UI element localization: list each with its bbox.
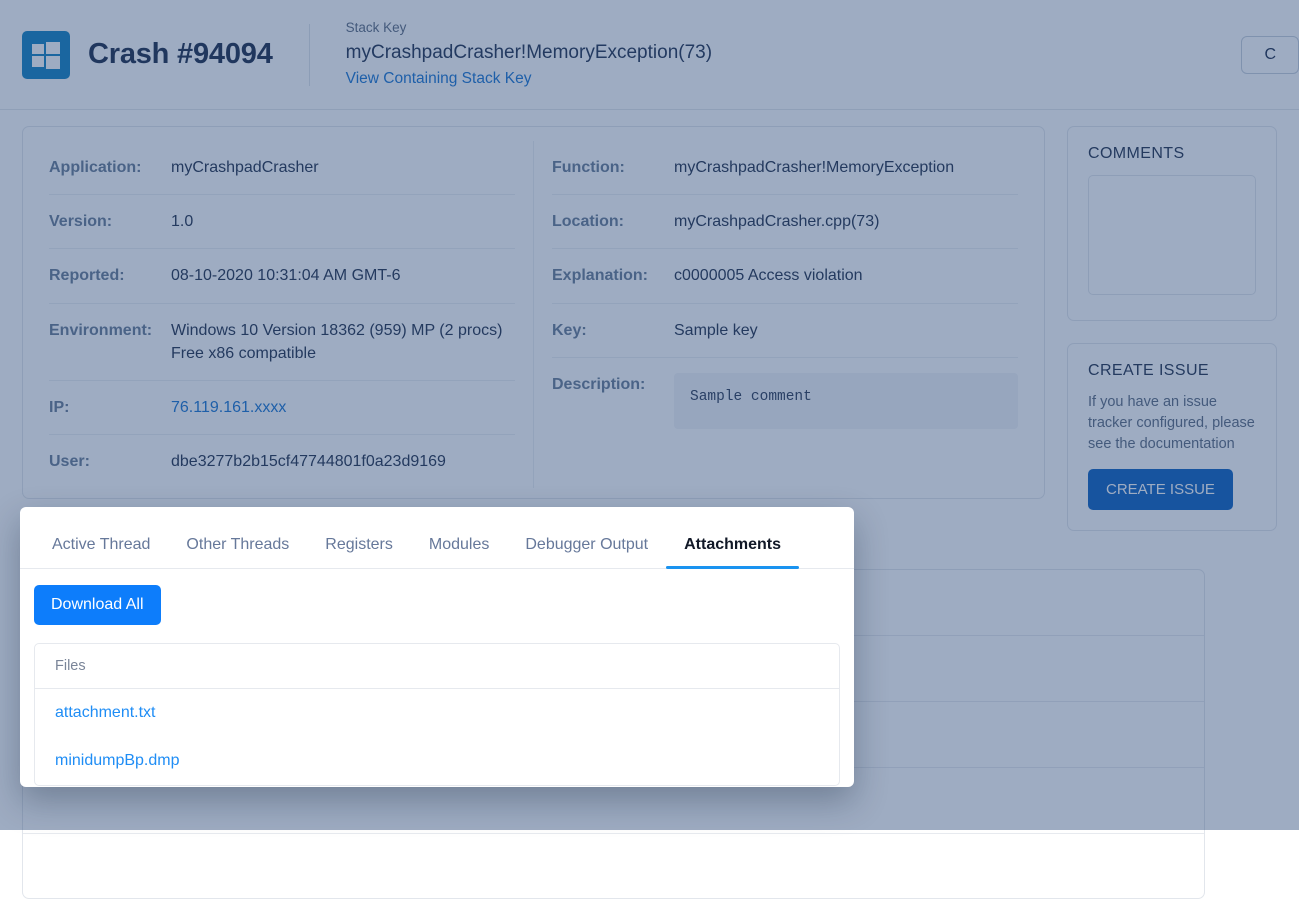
tab-active-thread[interactable]: Active Thread [34, 536, 168, 568]
files-column-header: Files [35, 644, 839, 689]
modal-body: Download All Files attachment.txt minidu… [20, 569, 854, 786]
attachments-modal: Active Thread Other Threads Registers Mo… [20, 507, 854, 787]
tab-other-threads[interactable]: Other Threads [168, 536, 307, 568]
list-item [23, 834, 1204, 899]
table-row: minidumpBp.dmp [35, 737, 839, 785]
files-table: Files attachment.txt minidumpBp.dmp [34, 643, 840, 786]
tab-modules[interactable]: Modules [411, 536, 507, 568]
tab-attachments[interactable]: Attachments [666, 536, 799, 568]
tab-debugger-output[interactable]: Debugger Output [507, 536, 666, 568]
table-row: attachment.txt [35, 689, 839, 737]
file-link[interactable]: minidumpBp.dmp [55, 752, 180, 769]
download-all-button[interactable]: Download All [34, 585, 161, 625]
file-link[interactable]: attachment.txt [55, 704, 156, 721]
modal-tabbar: Active Thread Other Threads Registers Mo… [20, 507, 854, 569]
tab-registers[interactable]: Registers [307, 536, 411, 568]
